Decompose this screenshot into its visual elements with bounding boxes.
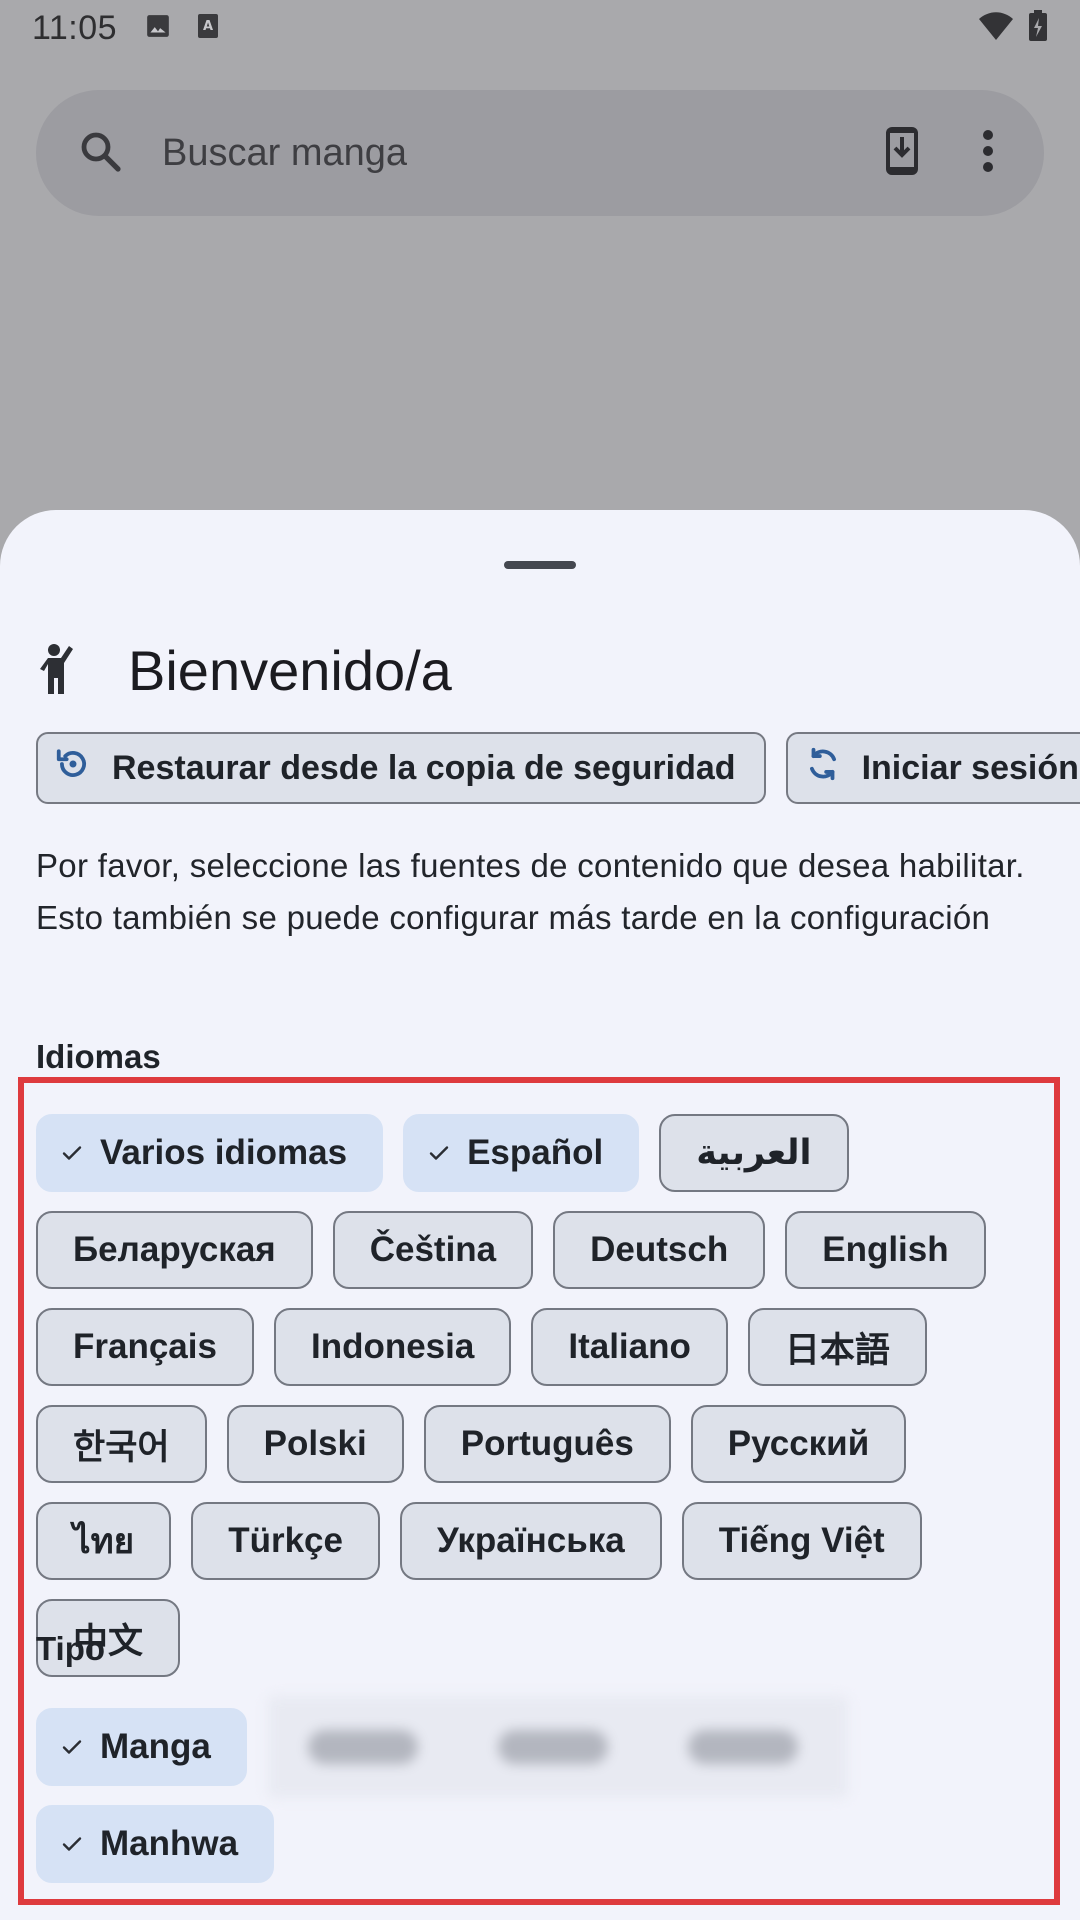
svg-text:A: A <box>203 19 213 34</box>
chip-label: Türkçe <box>228 1521 343 1560</box>
chip-label: Deutsch <box>590 1230 729 1269</box>
chip-label: Polski <box>263 1424 367 1463</box>
language-chip-english[interactable]: English <box>785 1211 986 1289</box>
search-input[interactable]: Buscar manga <box>162 132 407 175</box>
check-icon <box>60 1141 84 1165</box>
language-chip-polski[interactable]: Polski <box>226 1405 404 1483</box>
sheet-title: Bienvenido/a <box>128 638 452 702</box>
text-recognition-icon: A <box>197 13 219 44</box>
language-chip-10[interactable]: 日本語 <box>747 1308 927 1386</box>
type-section-label: Tipo <box>36 1630 106 1667</box>
person-waving-icon <box>36 642 82 699</box>
restore-backup-label: Restaurar desde la copia de seguridad <box>112 748 736 787</box>
chip-label: Manga <box>100 1727 211 1766</box>
languages-section-label: Idiomas <box>36 1038 161 1075</box>
restore-backup-button[interactable]: Restaurar desde la copia de seguridad <box>36 732 766 804</box>
more-vert-icon[interactable] <box>982 129 994 178</box>
sheet-action-row: Restaurar desde la copia de seguridad In… <box>36 732 1080 804</box>
chip-label: Manhwa <box>100 1824 239 1863</box>
chip-label: Español <box>467 1133 604 1172</box>
blurred-region <box>268 1696 848 1798</box>
language-chip-portugues[interactable]: Português <box>423 1405 671 1483</box>
language-chip-3[interactable]: Беларуская <box>36 1211 313 1289</box>
language-chip-varios-idiomas[interactable]: Varios idiomas <box>36 1114 384 1192</box>
language-chip-espanol[interactable]: Español <box>403 1114 640 1192</box>
language-chip-indonesia[interactable]: Indonesia <box>273 1308 512 1386</box>
language-chip-17[interactable]: Українська <box>399 1502 662 1580</box>
chip-label: Italiano <box>568 1327 691 1366</box>
chip-label: Varios idiomas <box>100 1133 348 1172</box>
status-bar: 11:05 A <box>0 0 1080 56</box>
sign-in-button[interactable]: Iniciar sesión <box>785 732 1080 804</box>
drag-handle[interactable] <box>504 561 576 569</box>
type-chip-group: Manga Manhwa <box>36 1708 276 1883</box>
chip-label: Беларуская <box>73 1230 276 1269</box>
search-bar[interactable]: Buscar manga <box>36 90 1044 216</box>
search-icon[interactable] <box>76 127 124 180</box>
language-chip-francais[interactable]: Français <box>36 1308 254 1386</box>
chip-label: Tiếng Việt <box>718 1521 885 1560</box>
language-chip-11[interactable]: 한국어 <box>36 1405 207 1483</box>
chip-label: English <box>822 1230 949 1269</box>
chip-label: Français <box>73 1327 217 1366</box>
install-to-device-icon[interactable] <box>884 125 920 182</box>
language-chip-15[interactable]: ไทย <box>36 1502 172 1580</box>
language-chip-deutsch[interactable]: Deutsch <box>553 1211 766 1289</box>
onboarding-bottom-sheet: Bienvenido/a Restaurar desde la copia de… <box>0 510 1080 1920</box>
language-chip-turkce[interactable]: Türkçe <box>191 1502 380 1580</box>
restore-icon <box>54 745 92 792</box>
chip-label: Українська <box>436 1521 625 1560</box>
language-chip-cestina[interactable]: Čeština <box>332 1211 534 1289</box>
language-chip-14[interactable]: Русский <box>690 1405 907 1483</box>
chip-label: ไทย <box>73 1521 135 1561</box>
sheet-header: Bienvenido/a <box>36 620 452 720</box>
check-icon <box>427 1141 451 1165</box>
screen: 11:05 A Buscar manga Bienvenido/a Restau… <box>0 0 1080 1920</box>
sign-in-label: Iniciar sesión <box>861 748 1079 787</box>
sync-icon <box>804 745 842 792</box>
wifi-icon <box>978 11 1014 46</box>
type-chip-manhwa[interactable]: Manhwa <box>36 1805 275 1883</box>
chip-label: Русский <box>727 1424 870 1463</box>
image-icon <box>145 13 171 44</box>
chip-label: Indonesia <box>310 1327 475 1366</box>
language-chip-tieng-viet[interactable]: Tiếng Việt <box>681 1502 922 1580</box>
chip-label: Português <box>460 1424 634 1463</box>
chip-label: 日本語 <box>784 1330 890 1370</box>
type-chip-manga[interactable]: Manga <box>36 1708 247 1786</box>
chip-label: العربية <box>696 1133 812 1172</box>
check-icon <box>60 1735 84 1759</box>
battery-icon <box>1028 9 1048 47</box>
check-icon <box>60 1832 84 1856</box>
chip-label: 한국어 <box>73 1427 170 1467</box>
language-chip-2[interactable]: العربية <box>659 1114 849 1192</box>
chip-label: Čeština <box>369 1230 497 1269</box>
language-chip-italiano[interactable]: Italiano <box>531 1308 728 1386</box>
sheet-description: Por favor, seleccione las fuentes de con… <box>36 847 1025 936</box>
language-chip-group: Varios idiomas Español العربية Беларуская Če… <box>36 1114 1046 1677</box>
status-time: 11:05 <box>32 8 118 47</box>
